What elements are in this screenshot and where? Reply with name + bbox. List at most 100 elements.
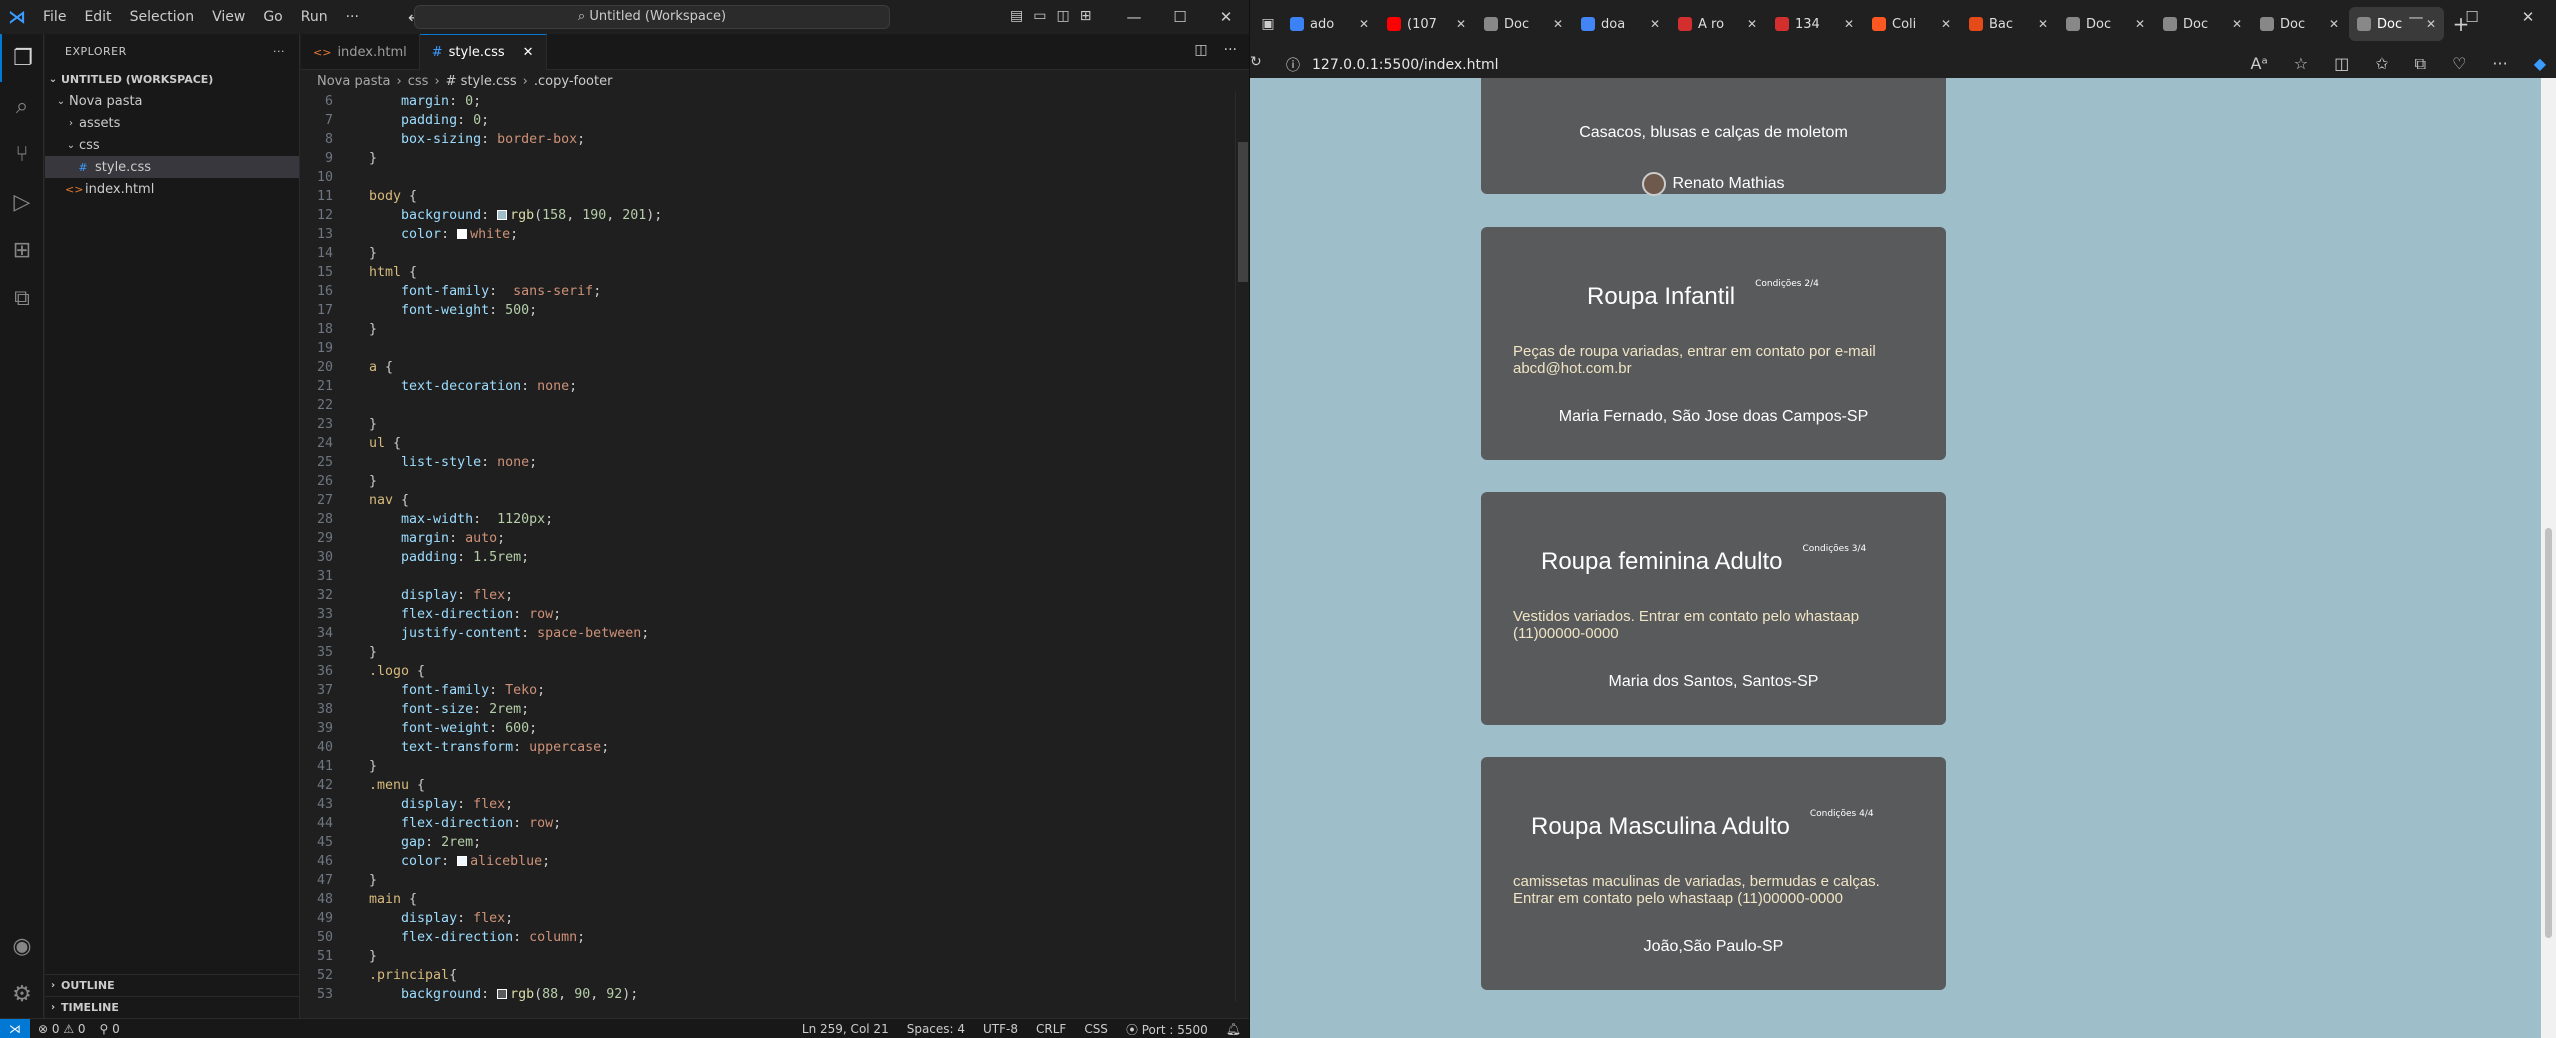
browser-tab[interactable]: A ro ✕ [1670, 7, 1765, 41]
close-tab-icon[interactable]: ✕ [1553, 17, 1563, 31]
code-line[interactable]: 37 font-family: Teko; [301, 681, 1249, 700]
code-text[interactable] [343, 339, 369, 358]
command-center[interactable]: ⌕ Untitled (Workspace) [414, 5, 890, 29]
code-text[interactable]: } [343, 244, 377, 263]
code-text[interactable]: } [343, 415, 377, 434]
split-editor-icon[interactable]: ◫ [1194, 42, 1207, 58]
code-text[interactable]: display: flex; [343, 795, 513, 814]
page-scrollbar-thumb[interactable] [2545, 528, 2552, 938]
account-icon[interactable]: ◉ [0, 922, 44, 970]
code-line[interactable]: 18} [301, 320, 1249, 339]
code-text[interactable]: background: rgb(158, 190, 201); [343, 206, 662, 225]
code-text[interactable]: justify-content: space-between; [343, 624, 649, 643]
status-spaces[interactable]: Spaces: 4 [907, 1022, 965, 1036]
tab-style-css[interactable]: # style.css ✕ [419, 34, 547, 70]
code-line[interactable]: 20 a { [301, 358, 1249, 377]
breadcrumb-item[interactable]: Nova pasta [317, 74, 391, 89]
browser-tab[interactable]: Doc ✕ [2058, 7, 2153, 41]
code-line[interactable]: 19 [301, 339, 1249, 358]
code-line[interactable]: 27 nav { [301, 491, 1249, 510]
code-line[interactable]: 21 text-decoration: none; [301, 377, 1249, 396]
browser-tab[interactable]: Coli ✕ [1864, 7, 1959, 41]
run-debug-icon[interactable]: ▷ [0, 178, 44, 226]
copilot-icon[interactable]: ◆ [2534, 54, 2546, 74]
maximize-icon[interactable]: ☐ [1157, 8, 1203, 26]
code-line[interactable]: 9} [301, 149, 1249, 168]
more-menu-icon[interactable]: ··· [2492, 54, 2507, 74]
tree-item-style-css[interactable]: # style.css [45, 156, 299, 178]
breadcrumb-item[interactable]: css [408, 74, 429, 89]
menu-go[interactable]: Go [254, 0, 291, 34]
code-text[interactable]: color: aliceblue; [343, 852, 550, 871]
code-text[interactable] [343, 396, 369, 415]
code-text[interactable]: nav { [343, 491, 409, 510]
close-icon[interactable]: ✕ [2500, 8, 2556, 26]
code-text[interactable] [343, 168, 369, 187]
minimize-icon[interactable]: — [2388, 8, 2444, 26]
code-line[interactable]: 44 flex-direction: row; [301, 814, 1249, 833]
more-actions-icon[interactable]: ··· [1224, 42, 1237, 58]
code-text[interactable]: html { [343, 263, 417, 282]
code-text[interactable]: padding: 0; [343, 111, 489, 130]
code-text[interactable]: font-family: Teko; [343, 681, 545, 700]
code-line[interactable]: 35} [301, 643, 1249, 662]
code-text[interactable]: flex-direction: column; [343, 928, 585, 947]
split-screen-icon[interactable]: ◫ [2334, 54, 2349, 74]
timeline-section[interactable]: › TIMELINE [45, 996, 299, 1018]
code-text[interactable]: gap: 2rem; [343, 833, 481, 852]
code-line[interactable]: 25 list-style: none; [301, 453, 1249, 472]
browser-essentials-icon[interactable]: ♡ [2452, 54, 2466, 74]
code-text[interactable]: margin: 0; [343, 92, 481, 111]
code-text[interactable]: text-decoration: none; [343, 377, 577, 396]
code-text[interactable]: } [343, 757, 377, 776]
url-text[interactable]: 127.0.0.1:5500/index.html [1312, 57, 1499, 73]
code-line[interactable]: 45 gap: 2rem; [301, 833, 1249, 852]
code-text[interactable]: font-family: sans-serif; [343, 282, 601, 301]
code-text[interactable]: ul { [343, 434, 401, 453]
code-text[interactable]: list-style: none; [343, 453, 537, 472]
code-line[interactable]: 23} [301, 415, 1249, 434]
code-editor[interactable]: 6 margin: 0; 7 padding: 0; 8 box-sizing: b… [301, 92, 1249, 1002]
close-tab-icon[interactable]: ✕ [2232, 17, 2242, 31]
code-line[interactable]: 36 .logo { [301, 662, 1249, 681]
settings-gear-icon[interactable]: ⚙ [0, 970, 44, 1018]
code-line[interactable]: 28 max-width: 1120px; [301, 510, 1249, 529]
menu-file[interactable]: File [34, 0, 75, 34]
code-line[interactable]: 53 background: rgb(88, 90, 92); [301, 985, 1249, 1002]
outline-section[interactable]: › OUTLINE [45, 974, 299, 996]
code-line[interactable]: 11 body { [301, 187, 1249, 206]
favorite-star-icon[interactable]: ☆ [2294, 54, 2308, 74]
code-line[interactable]: 8 box-sizing: border-box; [301, 130, 1249, 149]
code-text[interactable]: box-sizing: border-box; [343, 130, 585, 149]
workspace-row[interactable]: ⌄ UNTITLED (WORKSPACE) [45, 68, 299, 90]
code-text[interactable]: a { [343, 358, 393, 377]
browser-tab[interactable]: Bac ✕ [1961, 7, 2056, 41]
breadcrumb-item[interactable]: # style.css [446, 74, 517, 89]
code-text[interactable]: .principal{ [343, 966, 457, 985]
browser-tab[interactable]: (107 ✕ [1379, 7, 1474, 41]
code-line[interactable]: 39 font-weight: 600; [301, 719, 1249, 738]
code-line[interactable]: 16 font-family: sans-serif; [301, 282, 1249, 301]
menu-run[interactable]: Run [292, 0, 337, 34]
editor-scrollbar-thumb[interactable] [1238, 142, 1248, 282]
menu-more[interactable]: ··· [337, 0, 368, 34]
favorites-icon[interactable]: ✩ [2375, 54, 2388, 74]
code-line[interactable]: 38 font-size: 2rem; [301, 700, 1249, 719]
folder-row[interactable]: ⌄ Nova pasta [45, 90, 299, 112]
code-text[interactable]: text-transform: uppercase; [343, 738, 609, 757]
code-text[interactable]: display: flex; [343, 909, 513, 928]
browser-tab[interactable]: 134 ✕ [1767, 7, 1862, 41]
editor-scrollbar[interactable] [1235, 92, 1249, 1002]
code-text[interactable]: } [343, 871, 377, 890]
code-line[interactable]: 51} [301, 947, 1249, 966]
code-line[interactable]: 13 color: white; [301, 225, 1249, 244]
code-line[interactable]: 32 display: flex; [301, 586, 1249, 605]
code-line[interactable]: 48 main { [301, 890, 1249, 909]
refresh-icon[interactable]: ↻ [1250, 54, 1262, 70]
more-actions-icon[interactable]: ··· [273, 45, 285, 58]
tab-index-html[interactable]: <> index.html [301, 34, 420, 70]
code-text[interactable]: background: rgb(88, 90, 92); [343, 985, 638, 1002]
code-text[interactable]: font-weight: 500; [343, 301, 537, 320]
status-ports[interactable]: ⚲ 0 [100, 1022, 120, 1036]
extensions-icon[interactable]: ⊞ [0, 226, 44, 274]
